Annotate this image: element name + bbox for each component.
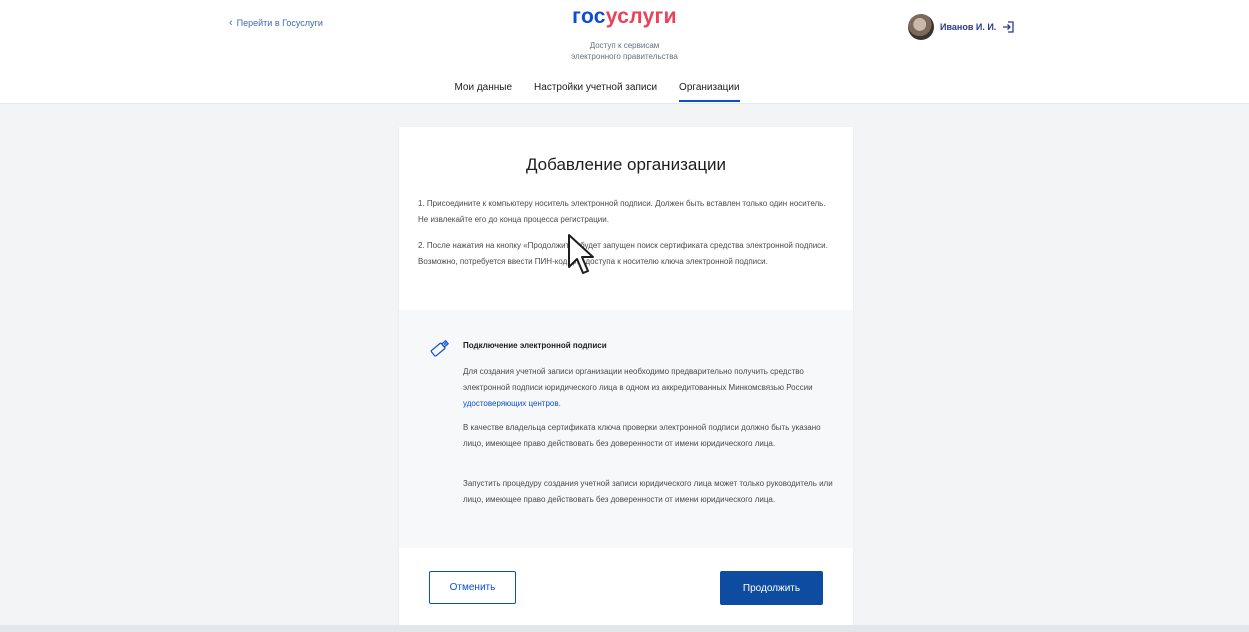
header: ‹ Перейти в Госуслуги госуслуги Доступ к…	[0, 0, 1249, 104]
certification-centers-link[interactable]: удостоверяющих центров	[463, 399, 559, 408]
tab-organizations[interactable]: Организации	[679, 82, 740, 102]
info-paragraph-1-text: Для создания учетной записи организации …	[463, 367, 813, 392]
tab-account-settings[interactable]: Настройки учетной записи	[534, 82, 657, 102]
user-menu[interactable]: Иванов И. И.	[908, 14, 1014, 40]
page-title: Добавление организации	[525, 155, 727, 174]
info-paragraph-1: Для создания учетной записи организации …	[463, 364, 833, 412]
subtitle-line-1: Доступ к сервисам	[589, 41, 660, 50]
info-paragraph-3: Запустить процедуру создания учетной зап…	[463, 479, 833, 504]
continue-button[interactable]: Продолжить	[720, 571, 823, 605]
tab-my-data[interactable]: Мои данные	[454, 82, 512, 102]
cancel-button[interactable]: Отменить	[429, 571, 516, 604]
info-paragraph-1-end: .	[558, 399, 561, 408]
logo-part-gos: гос	[572, 5, 606, 28]
logo-subtitle: Доступ к сервисам электронного правитель…	[0, 40, 1249, 62]
subtitle-line-2: электронного правительства	[571, 52, 678, 61]
gosuslugi-logo[interactable]: госуслуги	[0, 5, 1249, 29]
avatar[interactable]	[908, 14, 934, 40]
signature-info-box: Подключение электронной подписи Для созд…	[399, 310, 853, 548]
mouse-cursor-icon	[568, 234, 594, 274]
logout-icon[interactable]	[1002, 21, 1014, 33]
instruction-step-2: 2. После нажатия на кнопку «Продолжить» …	[418, 241, 828, 266]
info-title: Подключение электронной подписи	[463, 341, 607, 350]
page-bottom-shade	[0, 625, 1249, 632]
tabs-spacer	[762, 82, 795, 102]
usb-key-icon	[430, 339, 450, 357]
add-organization-card: Добавление организации 1. Присоедините к…	[399, 127, 853, 632]
info-paragraph-2: В качестве владельца сертификата ключа п…	[463, 423, 821, 448]
user-name[interactable]: Иванов И. И.	[940, 22, 996, 32]
logo-part-uslugi: услуги	[605, 5, 677, 28]
instruction-step-1: 1. Присоедините к компьютеру носитель эл…	[418, 199, 826, 224]
account-tabs: Мои данные Настройки учетной записи Орга…	[0, 82, 1249, 102]
